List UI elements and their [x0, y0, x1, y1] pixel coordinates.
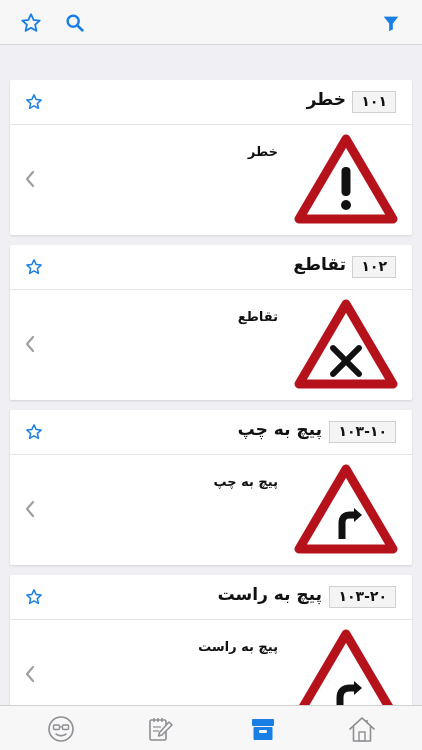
chevron-left-icon[interactable] — [24, 334, 36, 354]
chevron-left-icon[interactable] — [24, 499, 36, 519]
sign-card-header: ۱۰۳-۲۰ پیچ به راست — [10, 575, 412, 620]
warning-sign-curve-right-icon — [299, 629, 393, 705]
sign-description: تقاطع — [237, 310, 278, 325]
star-outline-icon[interactable] — [25, 93, 43, 111]
archive-box-icon[interactable] — [248, 714, 278, 744]
sign-card[interactable]: ۱۰۳-۲۰ پیچ به راست پیچ به راست — [10, 575, 412, 705]
sign-list: ۱۰۱ خطر خطر ۱۰۲ تقاطع تقاطع ۱۰۳-۱۰ پیچ ب… — [0, 45, 422, 705]
chevron-left-icon[interactable] — [24, 169, 36, 189]
sign-card-body: خطر — [10, 125, 412, 235]
warning-sign-curve-left-icon — [294, 464, 398, 554]
sign-card[interactable]: ۱۰۳-۱۰ پیچ به چپ پیچ به چپ — [10, 410, 412, 565]
star-outline-icon[interactable] — [25, 588, 43, 606]
sign-card-header: ۱۰۳-۱۰ پیچ به چپ — [10, 410, 412, 455]
tab-bar — [0, 705, 422, 750]
sign-code: ۱۰۳-۱۰ — [329, 421, 396, 443]
sign-card-header: ۱۰۲ تقاطع — [10, 245, 412, 290]
chevron-left-icon[interactable] — [24, 664, 36, 684]
sign-code: ۱۰۱ — [352, 91, 396, 113]
warning-sign-exclamation-icon — [294, 134, 398, 224]
sign-description: پیچ به چپ — [213, 475, 278, 490]
sign-card-body: پیچ به راست — [10, 620, 412, 705]
sign-title: پیچ به چپ — [237, 420, 322, 440]
sign-title: خطر — [306, 90, 346, 110]
sign-description: خطر — [247, 145, 278, 160]
search-icon[interactable] — [64, 12, 86, 34]
sign-description: پیچ به راست — [198, 640, 278, 655]
sign-code: ۱۰۳-۲۰ — [329, 586, 396, 608]
sign-card-body: پیچ به چپ — [10, 455, 412, 565]
filter-icon[interactable] — [380, 12, 402, 34]
sign-card[interactable]: ۱۰۲ تقاطع تقاطع — [10, 245, 412, 400]
top-toolbar — [0, 0, 422, 45]
star-outline-icon[interactable] — [25, 258, 43, 276]
home-icon[interactable] — [347, 714, 377, 744]
sign-card[interactable]: ۱۰۱ خطر خطر — [10, 80, 412, 235]
sign-title: تقاطع — [293, 255, 346, 275]
notepad-pencil-icon[interactable] — [145, 714, 175, 744]
sign-title: پیچ به راست — [217, 585, 322, 605]
warning-sign-crossroad-icon — [294, 299, 398, 389]
face-glasses-icon[interactable] — [46, 714, 76, 744]
sign-card-body: تقاطع — [10, 290, 412, 400]
star-outline-icon[interactable] — [25, 423, 43, 441]
sign-card-header: ۱۰۱ خطر — [10, 80, 412, 125]
sign-code: ۱۰۲ — [352, 256, 396, 278]
star-outline-icon[interactable] — [20, 12, 42, 34]
